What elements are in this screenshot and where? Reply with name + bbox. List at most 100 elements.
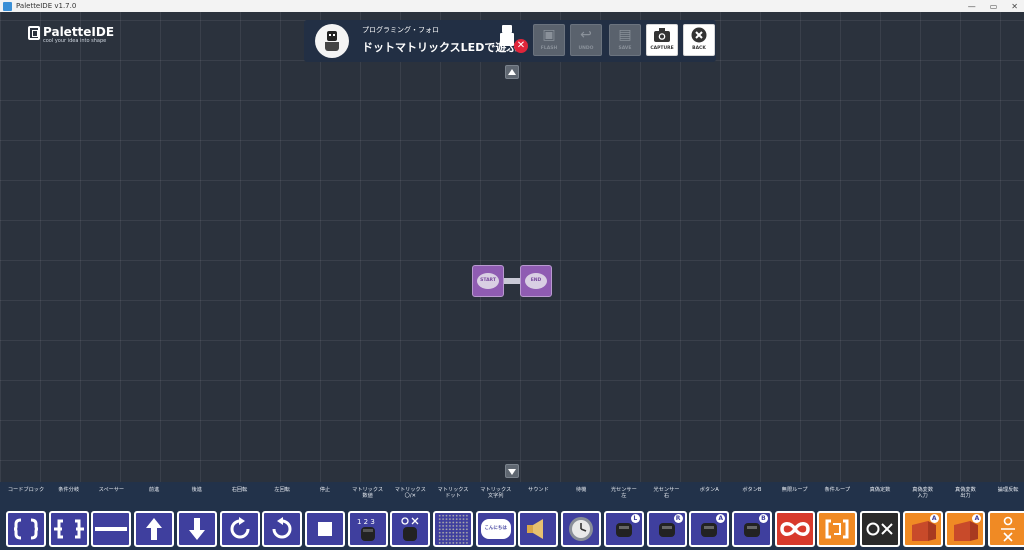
course-toolbar-panel: プログラミング・フォロ ドットマトリックスLEDで遊ぶ ✕ ▣ FLASH ↩ … [304,20,716,62]
logo-tagline: cool your idea into shape [43,38,107,44]
end-block[interactable]: END [520,265,552,297]
matrix-text-icon[interactable]: こんにちは [475,511,516,547]
palette-item[interactable]: マトリックス 数値 1 2 3 [346,482,390,550]
infinite-loop-icon[interactable] [774,511,815,547]
flash-label: FLASH [540,46,558,51]
matrix-number-icon[interactable]: 1 2 3 [347,511,388,547]
camera-icon [647,25,677,45]
window-controls: — ▭ ✕ [968,0,1018,12]
palette-item[interactable]: マトリックス 文字列 こんにちは [474,482,518,550]
palette-badge: A [716,514,726,523]
robot-avatar-icon [315,24,349,58]
usb-icon [500,25,514,46]
palette-item-label: 左回転 [274,487,290,493]
palette-item[interactable]: 光センサー 右 R [645,482,689,550]
block-palette: コードブロック 条件分岐 スペーサー 前進 後進 右回転 左回転 停止 マトリックス 数値 1 2… [0,482,1024,550]
palette-item[interactable]: 真偽変数 入力 A [901,482,945,550]
palette-item-label: マトリックス ドット [437,487,469,500]
palette-item-label: 真偽定数 [869,487,891,493]
capture-button[interactable]: CAPTURE [646,24,678,56]
palette-item[interactable]: 右回転 [218,482,262,550]
logo-mark-icon [28,26,40,40]
palette-item[interactable]: 後進 [175,482,219,550]
capture-label: CAPTURE [650,46,674,51]
stop-icon[interactable] [304,511,345,547]
light-sensor-left-icon[interactable]: L [603,511,644,547]
collapse-toolbar-button[interactable] [505,65,519,79]
code-block-icon[interactable] [6,511,46,547]
palette-item-label: マトリックス 〇/✕ [394,487,426,500]
condition-loop-icon[interactable] [817,511,858,547]
minimize-button[interactable]: — [968,2,976,11]
close-window-button[interactable]: ✕ [1011,2,1018,11]
palette-item[interactable]: 前進 [132,482,176,550]
start-block[interactable]: START [472,265,504,297]
palette-item[interactable]: 光センサー 左 L [602,482,646,550]
maximize-button[interactable]: ▭ [990,2,998,11]
disconnected-error-icon: ✕ [514,39,528,53]
rotate-left-icon[interactable] [262,511,303,547]
svg-text:1 2 3: 1 2 3 [357,518,375,526]
boolean-var-input-icon[interactable]: A [902,511,943,547]
palette-item-label: 光センサー 右 [653,487,680,500]
boolean-constant-icon[interactable] [860,511,900,547]
palette-item[interactable]: コードブロック [4,482,48,550]
boolean-var-output-icon[interactable]: A [945,511,986,547]
arrow-up-icon[interactable] [134,511,175,547]
palette-item-label: ボタンA [699,487,719,493]
program-canvas[interactable] [0,12,1024,482]
back-button[interactable]: BACK [683,24,715,56]
palette-item[interactable]: サウンド [516,482,560,550]
palette-item[interactable]: 論理反転 [986,482,1024,550]
clock-icon[interactable] [561,511,602,547]
palette-item[interactable]: 真偽変数 出力 A [943,482,987,550]
palette-item[interactable]: ボタンA A [687,482,731,550]
undo-label: UNDO [578,46,594,51]
palette-item-label: 後進 [191,487,202,493]
spacer-icon[interactable] [91,511,132,547]
rotate-right-icon[interactable] [219,511,260,547]
palette-item-label: マトリックス 数値 [352,487,384,500]
window-titlebar: PaletteIDE v1.7.0 — ▭ ✕ [0,0,1024,12]
palette-item-label: 真偽変数 出力 [955,487,976,500]
undo-button[interactable]: ↩ UNDO [570,24,602,56]
branch-icon[interactable] [48,511,89,547]
palette-item-label: 待機 [575,487,587,493]
logic-not-icon[interactable] [988,511,1024,547]
button-a-icon[interactable]: A [689,511,730,547]
palette-item-label: 無限ループ [781,487,808,493]
palette-item[interactable]: 待機 [559,482,603,550]
palette-item-label: 前進 [148,487,160,493]
palette-item[interactable]: 無限ループ [773,482,817,550]
light-sensor-right-icon[interactable]: R [646,511,687,547]
palette-item-label: 条件分岐 [58,487,80,493]
palette-item[interactable]: 真偽定数 [858,482,902,550]
palette-item-label: 光センサー 左 [610,487,637,500]
speaker-icon[interactable] [518,511,559,547]
palette-item[interactable]: 左回転 [260,482,304,550]
palette-item[interactable]: マトリックス 〇/✕ [388,482,432,550]
palette-item-label: サウンド [528,487,549,493]
logo-name: PaletteIDE [43,25,115,39]
matrix-dot-icon[interactable] [433,511,473,547]
palette-item[interactable]: 条件分岐 [47,482,91,550]
save-label: SAVE [618,46,632,51]
course-title: ドットマトリックスLEDで遊ぶ [362,41,518,54]
speech-bubble: こんにちは [480,519,511,539]
end-label: END [525,273,547,289]
save-button[interactable]: ▤ SAVE [609,24,641,56]
button-b-icon[interactable]: B [731,511,772,547]
palette-badge: B [758,514,768,523]
palette-item-label: スペーサー [98,487,125,493]
palette-item[interactable]: 停止 [303,482,347,550]
palette-item[interactable]: スペーサー [89,482,133,550]
palette-item-label: 条件ループ [824,487,851,493]
flash-button[interactable]: ▣ FLASH [533,24,565,56]
matrix-ox-icon[interactable] [390,511,431,547]
palette-item[interactable]: ボタンB B [730,482,774,550]
collapse-palette-button[interactable] [505,464,519,478]
arrow-down-icon[interactable] [176,511,217,547]
palette-item[interactable]: 条件ループ [815,482,859,550]
palette-item-label: 停止 [319,487,331,493]
palette-item[interactable]: マトリックス ドット [431,482,475,550]
